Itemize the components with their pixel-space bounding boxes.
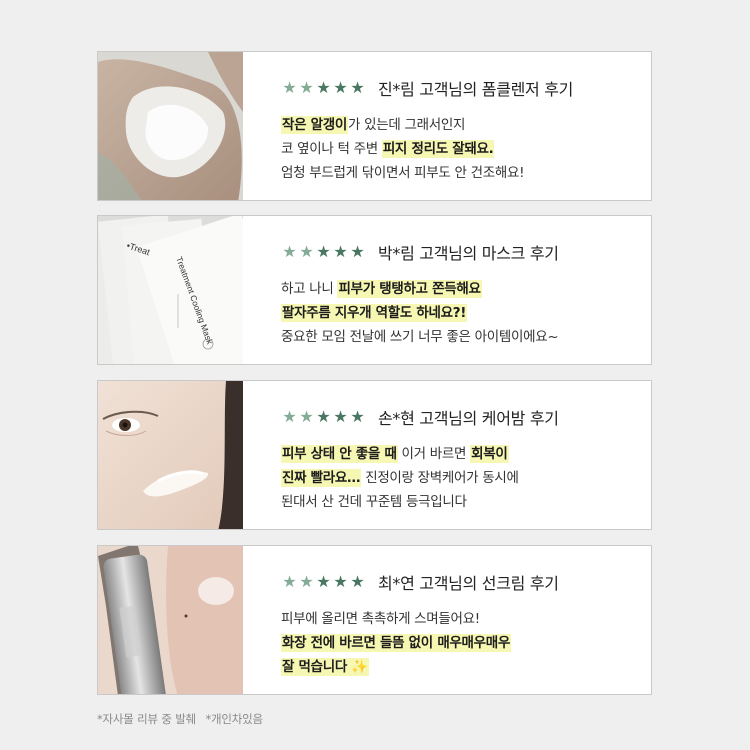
review-photo-1 <box>98 52 243 200</box>
footnote: *자사몰 리뷰 중 발췌 *개인차있음 <box>97 711 269 727</box>
review-line: 엄청 부드럽게 닦이면서 피부도 안 건조해요! <box>281 165 525 181</box>
rating-stars: ★ ★ ★ ★ ★ <box>281 244 366 260</box>
review-card-4: ★ ★ ★ ★ ★ 최*연 고객님의 선크림 후기 피부에 올리면 촉촉하게 스… <box>97 545 652 695</box>
star-icon: ★ <box>316 78 331 97</box>
star-icon: ★ <box>299 572 314 591</box>
star-icon: ★ <box>333 572 348 591</box>
star-icon: ★ <box>350 572 365 591</box>
review-title: 박*림 고객님의 마스크 후기 <box>378 244 559 263</box>
star-icon: ★ <box>350 407 365 426</box>
footnote-disclaimer: *개인차있음 <box>205 712 263 726</box>
review-title: 손*현 고객님의 케어밤 후기 <box>378 409 559 428</box>
review-line: 중요한 모임 전날에 쓰기 너무 좋은 아이템이에요~ <box>281 329 559 345</box>
star-icon: ★ <box>333 242 348 261</box>
review-line: 진짜 빨라요… 진정이랑 장벽케어가 동시에 <box>281 469 519 487</box>
palm-with-foam-image <box>98 52 243 200</box>
star-icon: ★ <box>282 407 297 426</box>
review-line: 화장 전에 바르면 들뜸 없이 매우매우매우 <box>281 634 512 652</box>
review-line: 피부에 올리면 촉촉하게 스며들어요! <box>281 611 480 627</box>
review-title: 최*연 고객님의 선크림 후기 <box>378 574 559 593</box>
rating-stars: ★ ★ ★ ★ ★ <box>281 409 366 425</box>
star-icon: ★ <box>316 242 331 261</box>
sunscreen-tube-and-face-image <box>98 546 243 694</box>
review-line: 피부 상태 안 좋을 때 이거 바르면 회복이 <box>281 445 509 463</box>
review-photo-3 <box>98 381 243 529</box>
review-line: 팔자주름 지우개 역할도 하네요?! <box>281 304 468 322</box>
star-icon: ★ <box>316 407 331 426</box>
review-line: 된대서 산 건데 꾸준템 등극입니다 <box>281 494 467 510</box>
review-card-2: •Treat Treatment Cooling Mask ★ ★ ★ ★ ★ … <box>97 215 652 365</box>
rating-stars: ★ ★ ★ ★ ★ <box>281 80 366 96</box>
footnote-source: *자사몰 리뷰 중 발췌 <box>97 712 196 726</box>
review-photo-2: •Treat Treatment Cooling Mask <box>98 216 243 364</box>
star-icon: ★ <box>350 242 365 261</box>
star-icon: ★ <box>282 242 297 261</box>
review-card-1: ★ ★ ★ ★ ★ 진*림 고객님의 폼클렌저 후기 작은 알갱이가 있는데 그… <box>97 51 652 201</box>
star-icon: ★ <box>333 407 348 426</box>
balm-on-cheek-image <box>98 381 243 529</box>
rating-stars: ★ ★ ★ ★ ★ <box>281 574 366 590</box>
review-photo-4 <box>98 546 243 694</box>
review-line: 하고 나니 피부가 탱탱하고 쫀득해요 <box>281 280 482 298</box>
star-icon: ★ <box>350 78 365 97</box>
star-icon: ★ <box>299 242 314 261</box>
review-title: 진*림 고객님의 폼클렌저 후기 <box>378 80 574 99</box>
star-icon: ★ <box>282 572 297 591</box>
star-icon: ★ <box>333 78 348 97</box>
star-icon: ★ <box>316 572 331 591</box>
review-line: 잘 먹습니다 ✨ <box>281 658 369 676</box>
review-line: 작은 알갱이가 있는데 그래서인지 <box>281 116 466 134</box>
sheet-mask-packages-image: •Treat Treatment Cooling Mask <box>98 216 243 364</box>
star-icon: ★ <box>282 78 297 97</box>
star-icon: ★ <box>299 407 314 426</box>
review-line: 코 옆이나 턱 주변 피지 정리도 잘돼요. <box>281 140 495 158</box>
star-icon: ★ <box>299 78 314 97</box>
review-card-3: ★ ★ ★ ★ ★ 손*현 고객님의 케어밤 후기 피부 상태 안 좋을 때 이… <box>97 380 652 530</box>
